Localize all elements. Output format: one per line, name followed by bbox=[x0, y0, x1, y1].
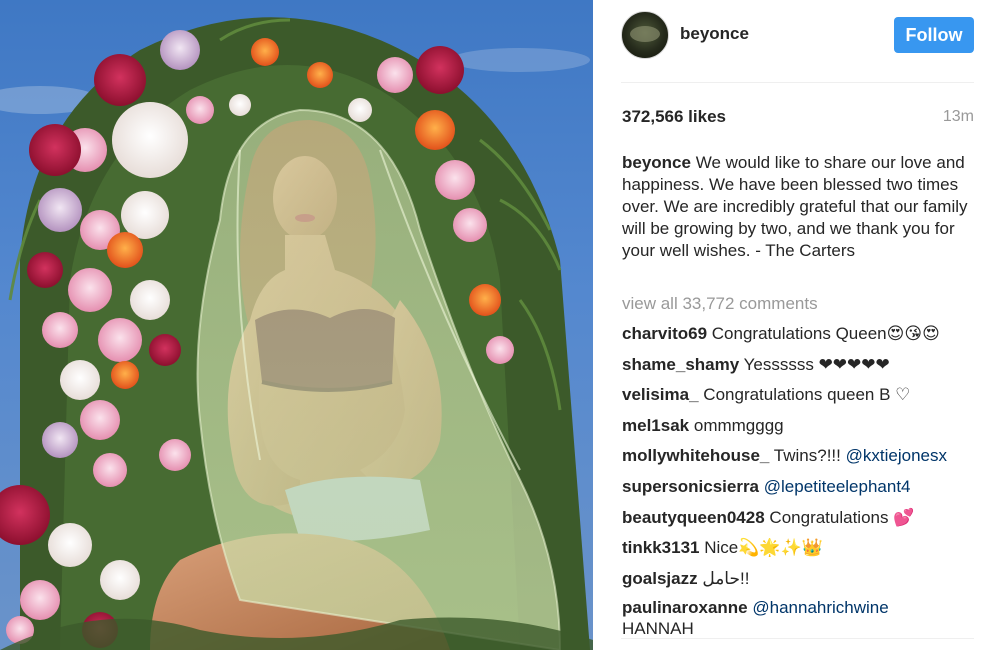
comment-item: supersonicsierra @lepetiteelephant4 bbox=[622, 475, 982, 506]
post-timestamp[interactable]: 13m bbox=[943, 108, 974, 126]
comment-list: charvito69 Congratulations Queen😍😘😍 sham… bbox=[622, 322, 982, 638]
comment-item: mel1sak ommmgggg bbox=[622, 414, 982, 445]
comment-mention[interactable]: @lepetiteelephant4 bbox=[764, 477, 911, 496]
comment-username[interactable]: tinkk3131 bbox=[622, 538, 700, 557]
view-all-comments-link[interactable]: view all 33,772 comments bbox=[622, 294, 818, 314]
comment-text: ommmgggg bbox=[693, 415, 784, 435]
comment-text: Congratulations Queen😍😘😍 bbox=[711, 324, 940, 343]
comment-text: Twins?!!! bbox=[773, 446, 841, 466]
comment-item: charvito69 Congratulations Queen😍😘😍 bbox=[622, 322, 982, 353]
comment-username[interactable]: beautyqueen0428 bbox=[622, 508, 765, 527]
comment-item: shame_shamy Yessssss ❤❤❤❤❤ bbox=[622, 353, 982, 384]
comment-text: Congratulations 💕 bbox=[769, 507, 915, 527]
comment-username[interactable]: supersonicsierra bbox=[622, 477, 759, 496]
comment-item: goalsjazz حامل!! bbox=[622, 567, 982, 598]
comment-username[interactable]: goalsjazz bbox=[622, 569, 698, 588]
comment-username[interactable]: shame_shamy bbox=[622, 355, 739, 374]
post-photo[interactable] bbox=[0, 0, 593, 650]
comment-username[interactable]: velisima_ bbox=[622, 385, 699, 404]
comment-item: velisima_ Congratulations queen B ♡ bbox=[622, 383, 982, 414]
comment-username[interactable]: mollywhitehouse_ bbox=[622, 446, 769, 465]
comments-divider bbox=[621, 638, 974, 639]
follow-button[interactable]: Follow bbox=[894, 17, 974, 53]
comment-item: mollywhitehouse_ Twins?!!! @kxtiejonesx bbox=[622, 444, 982, 475]
comment-mention[interactable]: @hannahrichwine bbox=[752, 598, 888, 617]
post-caption: beyonce We would like to share our love … bbox=[622, 152, 982, 262]
comment-item: beautyqueen0428 Congratulations 💕 bbox=[622, 506, 982, 537]
photo-illustration bbox=[0, 17, 593, 650]
comment-text: Congratulations queen B ♡ bbox=[703, 385, 911, 405]
comment-text: حامل!! bbox=[702, 568, 750, 588]
comment-text: HANNAH bbox=[622, 619, 694, 639]
like-count[interactable]: 372,566 likes bbox=[622, 107, 726, 127]
avatar-image-icon bbox=[630, 26, 660, 42]
post-username[interactable]: beyonce bbox=[680, 24, 749, 44]
comment-text: Yessssss ❤❤❤❤❤ bbox=[743, 354, 890, 374]
post-header: beyonce Follow bbox=[593, 0, 1000, 82]
comment-text: Nice💫🌟✨👑 bbox=[704, 538, 823, 558]
profile-avatar[interactable] bbox=[621, 11, 669, 59]
comment-item: tinkk3131 Nice💫🌟✨👑 bbox=[622, 536, 982, 567]
instagram-post: beyonce Follow 372,566 likes 13m beyonce… bbox=[0, 0, 1000, 650]
comment-mention[interactable]: @kxtiejonesx bbox=[846, 446, 947, 465]
comment-username[interactable]: mel1sak bbox=[622, 416, 689, 435]
comment-item: paulinaroxanne @hannahrichwine HANNAH bbox=[622, 597, 982, 638]
comment-username[interactable]: charvito69 bbox=[622, 324, 707, 343]
caption-username[interactable]: beyonce bbox=[622, 153, 691, 172]
post-sidebar: beyonce Follow 372,566 likes 13m beyonce… bbox=[593, 0, 1000, 650]
header-divider bbox=[621, 82, 974, 83]
comment-username[interactable]: paulinaroxanne bbox=[622, 598, 748, 617]
